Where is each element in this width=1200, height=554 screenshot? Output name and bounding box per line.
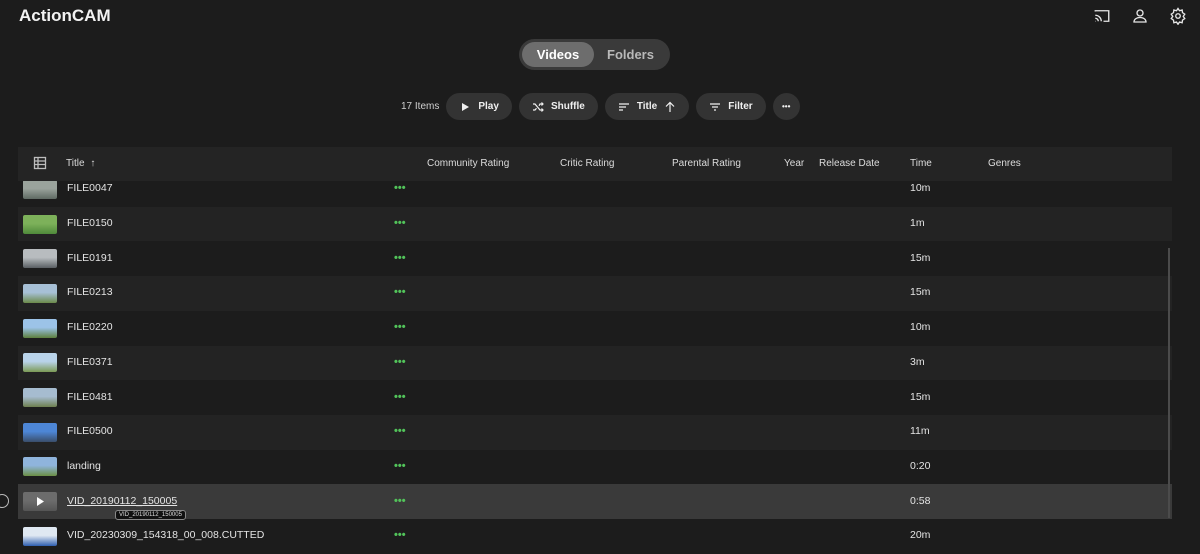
video-thumbnail[interactable] bbox=[23, 249, 57, 269]
table-row[interactable]: FILE0371 ••• 3m bbox=[18, 345, 1172, 381]
row-title[interactable]: FILE0213 bbox=[67, 286, 113, 298]
row-title[interactable]: FILE0220 bbox=[67, 321, 113, 333]
view-toggle: Videos Folders bbox=[519, 39, 670, 70]
table-row[interactable]: FILE0191 ••• 15m bbox=[18, 241, 1172, 276]
column-parental-rating[interactable]: Parental Rating bbox=[672, 158, 741, 169]
video-thumbnail[interactable] bbox=[23, 492, 57, 512]
play-label: Play bbox=[478, 101, 499, 112]
table-body: FILE0047 ••• 10m FILE0150 ••• 1m FILE0191 ••• 15… bbox=[18, 181, 1172, 554]
row-more-button[interactable]: ••• bbox=[394, 182, 406, 194]
tab-folders[interactable]: Folders bbox=[594, 42, 667, 67]
video-thumbnail[interactable] bbox=[23, 318, 57, 338]
column-time[interactable]: Time bbox=[910, 158, 932, 169]
table-row[interactable]: FILE0047 ••• 10m bbox=[18, 181, 1172, 207]
row-more-button[interactable]: ••• bbox=[394, 321, 406, 333]
row-more-button[interactable]: ••• bbox=[394, 217, 406, 229]
row-time: 0:20 bbox=[910, 459, 931, 472]
table-row[interactable]: FILE0213 ••• 15m bbox=[18, 276, 1172, 311]
item-count: 17 Items bbox=[401, 101, 440, 112]
sort-label: Title bbox=[636, 101, 658, 112]
column-title-label: Title bbox=[66, 158, 85, 169]
table-row[interactable]: FILE0220 ••• 10m bbox=[18, 311, 1172, 346]
top-bar: ActionCAM bbox=[0, 0, 1200, 32]
play-button[interactable]: Play bbox=[446, 93, 512, 120]
video-thumbnail[interactable] bbox=[23, 422, 57, 442]
row-time: 10m bbox=[910, 182, 931, 195]
row-time: 15m bbox=[910, 390, 931, 403]
row-title[interactable]: landing bbox=[67, 460, 101, 472]
row-more-button[interactable]: ••• bbox=[394, 495, 406, 507]
video-thumbnail[interactable] bbox=[23, 353, 57, 373]
row-title[interactable]: VID_20190112_150005 bbox=[67, 495, 177, 507]
row-title[interactable]: FILE0047 bbox=[67, 182, 113, 194]
filter-label: Filter bbox=[728, 101, 753, 112]
video-thumbnail[interactable] bbox=[23, 388, 57, 408]
table-row[interactable]: FILE0481 ••• 15m bbox=[18, 380, 1172, 415]
row-title[interactable]: VID_20230309_154318_00_008.CUTTED bbox=[67, 529, 264, 541]
table-row[interactable]: VID_20230309_154318_00_008.CUTTED ••• 20m bbox=[18, 519, 1172, 554]
row-time: 15m bbox=[910, 251, 931, 264]
table-header: Title ↑ Community Rating Critic Rating P… bbox=[18, 147, 1172, 181]
column-picker-icon[interactable] bbox=[33, 156, 47, 170]
row-title[interactable]: FILE0481 bbox=[67, 391, 113, 403]
row-more-button[interactable]: ••• bbox=[394, 286, 406, 298]
more-icon: ••• bbox=[781, 102, 791, 111]
play-icon bbox=[462, 102, 470, 111]
settings-icon[interactable] bbox=[1168, 6, 1188, 26]
row-select-checkbox[interactable] bbox=[0, 494, 9, 508]
row-title[interactable]: FILE0371 bbox=[67, 356, 113, 368]
video-table: Title ↑ Community Rating Critic Rating P… bbox=[18, 147, 1172, 181]
top-icons bbox=[1092, 6, 1188, 26]
column-genres[interactable]: Genres bbox=[988, 158, 1021, 169]
arrow-up-icon: ↑ bbox=[90, 158, 96, 169]
play-icon bbox=[37, 497, 44, 507]
row-time: 11m bbox=[910, 425, 930, 438]
row-time: 0:58 bbox=[910, 494, 931, 507]
row-title[interactable]: FILE0191 bbox=[67, 252, 113, 264]
row-title[interactable]: FILE0500 bbox=[67, 425, 113, 437]
shuffle-icon bbox=[532, 101, 544, 112]
tab-videos[interactable]: Videos bbox=[522, 42, 594, 67]
shuffle-button[interactable]: Shuffle bbox=[518, 93, 598, 120]
table-row[interactable]: FILE0150 ••• 1m bbox=[18, 206, 1172, 242]
user-icon[interactable] bbox=[1130, 6, 1150, 26]
arrow-up-icon bbox=[665, 101, 675, 112]
tooltip: VID_20190112_150005 bbox=[115, 510, 186, 520]
column-critic-rating[interactable]: Critic Rating bbox=[560, 158, 614, 169]
filter-button[interactable]: Filter bbox=[696, 93, 766, 120]
app-title[interactable]: ActionCAM bbox=[19, 6, 111, 26]
filter-icon bbox=[710, 102, 721, 111]
row-more-button[interactable]: ••• bbox=[394, 460, 406, 472]
row-time: 10m bbox=[910, 321, 931, 334]
scrollbar[interactable] bbox=[1168, 248, 1170, 518]
row-more-button[interactable]: ••• bbox=[394, 529, 406, 541]
column-release-date[interactable]: Release Date bbox=[819, 158, 880, 169]
video-thumbnail[interactable] bbox=[23, 526, 57, 546]
video-thumbnail[interactable] bbox=[23, 181, 57, 199]
column-title[interactable]: Title ↑ bbox=[66, 158, 95, 169]
row-more-button[interactable]: ••• bbox=[394, 252, 406, 264]
row-more-button[interactable]: ••• bbox=[394, 391, 406, 403]
column-year[interactable]: Year bbox=[784, 158, 804, 169]
row-time: 15m bbox=[910, 286, 931, 299]
shuffle-label: Shuffle bbox=[550, 101, 585, 112]
toolbar: 17 Items Play Shuffle Title Filter ••• bbox=[401, 93, 800, 120]
video-thumbnail[interactable] bbox=[23, 214, 57, 234]
table-row[interactable]: FILE0500 ••• 11m bbox=[18, 414, 1172, 450]
video-thumbnail[interactable] bbox=[23, 283, 57, 303]
row-more-button[interactable]: ••• bbox=[394, 356, 406, 368]
row-time: 1m bbox=[910, 217, 925, 230]
more-options-button[interactable]: ••• bbox=[772, 93, 800, 120]
sort-button[interactable]: Title bbox=[604, 93, 690, 120]
table-row[interactable]: VID_20190112_150005 ••• 0:58 bbox=[18, 484, 1172, 519]
row-time: 20m bbox=[910, 529, 931, 542]
sort-icon bbox=[618, 102, 629, 111]
row-time: 3m bbox=[910, 355, 925, 368]
video-thumbnail[interactable] bbox=[23, 457, 57, 477]
row-title[interactable]: FILE0150 bbox=[67, 217, 113, 229]
column-community-rating[interactable]: Community Rating bbox=[427, 158, 509, 169]
cast-icon[interactable] bbox=[1092, 6, 1112, 26]
row-more-button[interactable]: ••• bbox=[394, 425, 406, 437]
table-row[interactable]: landing ••• 0:20 bbox=[18, 450, 1172, 485]
